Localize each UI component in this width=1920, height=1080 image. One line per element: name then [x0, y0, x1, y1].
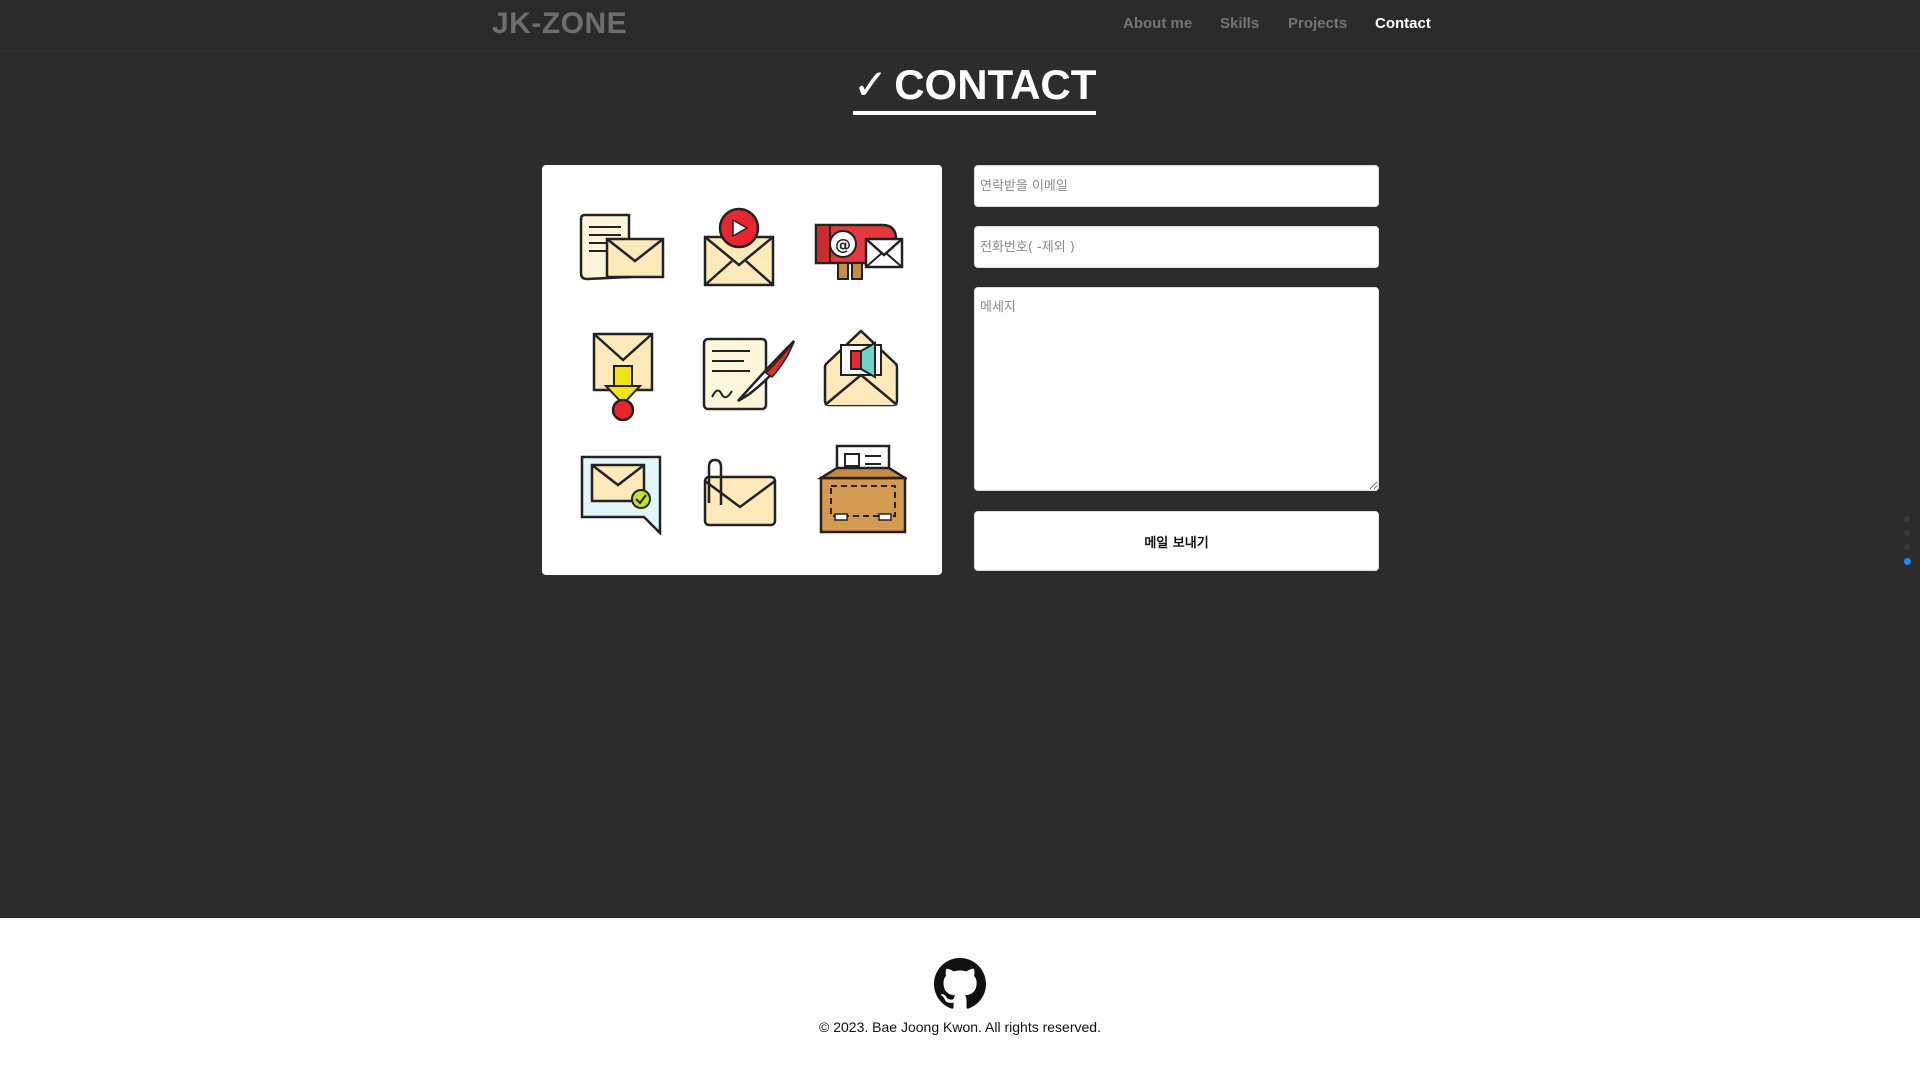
github-icon[interactable] — [934, 958, 986, 1010]
signature-document-icon — [702, 337, 796, 411]
page-dot-active[interactable] — [1904, 558, 1911, 565]
phone-field[interactable] — [974, 226, 1379, 268]
brand-logo[interactable]: JK-ZONE — [492, 7, 627, 41]
contact-section: JK-ZONE About me Skills Projects Contact… — [0, 0, 1920, 918]
footer: © 2023. Bae Joong Kwon. All rights reser… — [0, 918, 1920, 1080]
page-indicator — [1904, 516, 1912, 573]
nav-link-projects[interactable]: Projects — [1288, 15, 1347, 32]
nav-link-contact[interactable]: Contact — [1375, 15, 1431, 32]
document-mail-icon — [579, 213, 665, 281]
mail-chat-check-icon — [580, 455, 662, 535]
page-dot[interactable] — [1904, 530, 1910, 536]
nav-link-skills[interactable]: Skills — [1220, 15, 1259, 32]
send-mail-button[interactable]: 메일 보내기 — [974, 511, 1379, 571]
nav-link-about[interactable]: About me — [1123, 15, 1192, 32]
svg-text:@: @ — [835, 235, 851, 254]
email-field[interactable] — [974, 165, 1379, 207]
page-title: ✓ CONTACT — [853, 60, 1097, 115]
mail-attachment-icon — [703, 458, 777, 527]
copyright-text: © 2023. Bae Joong Kwon. All rights reser… — [819, 1019, 1101, 1035]
mailbox-at-icon: @ — [814, 223, 904, 280]
mail-illustration-card: @ — [542, 165, 942, 575]
page-dot[interactable] — [1904, 516, 1910, 522]
briefcase-mail-icon — [817, 444, 907, 534]
navbar: JK-ZONE About me Skills Projects Contact — [0, 0, 1920, 51]
message-field[interactable] — [974, 287, 1379, 491]
page-dot[interactable] — [1904, 544, 1910, 550]
check-icon: ✓ — [853, 61, 889, 108]
mail-download-icon — [592, 332, 654, 422]
megaphone-mail-icon — [823, 329, 899, 407]
video-mail-icon — [703, 207, 775, 287]
page-title-text: CONTACT — [894, 60, 1097, 108]
